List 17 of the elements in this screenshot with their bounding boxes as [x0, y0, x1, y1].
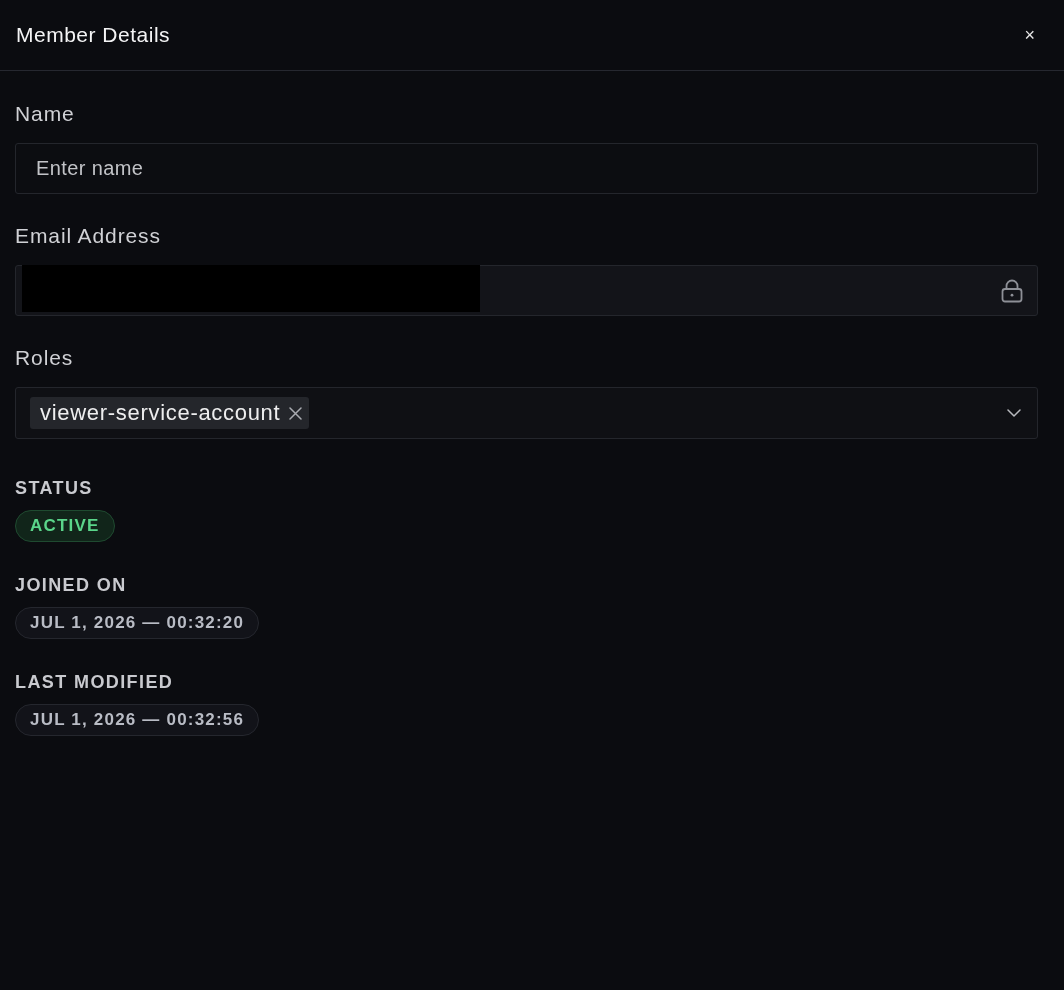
roles-select[interactable]: viewer-service-account — [15, 387, 1038, 439]
email-field[interactable] — [15, 265, 1038, 316]
section-label: STATUS — [15, 477, 93, 499]
section-label: JOINED ON — [15, 574, 127, 596]
field-label: Email Address — [15, 224, 161, 248]
name-input[interactable]: Enter name — [15, 143, 1038, 194]
role-label: viewer-service-account — [40, 401, 281, 425]
status-badge: ACTIVE — [15, 510, 115, 542]
section-label: LAST MODIFIED — [15, 671, 174, 693]
field-label: Name — [15, 102, 75, 126]
panel-title: Member Details — [16, 23, 171, 47]
date-badge: JUL 1, 2026 — 00:32:20 — [15, 607, 260, 639]
date-badge: JUL 1, 2026 — 00:32:56 — [15, 704, 260, 736]
close-button[interactable]: × — [1022, 26, 1037, 44]
chevron-down-icon — [1007, 409, 1021, 417]
field-label: Roles — [15, 346, 74, 370]
remove-icon[interactable] — [289, 406, 303, 420]
